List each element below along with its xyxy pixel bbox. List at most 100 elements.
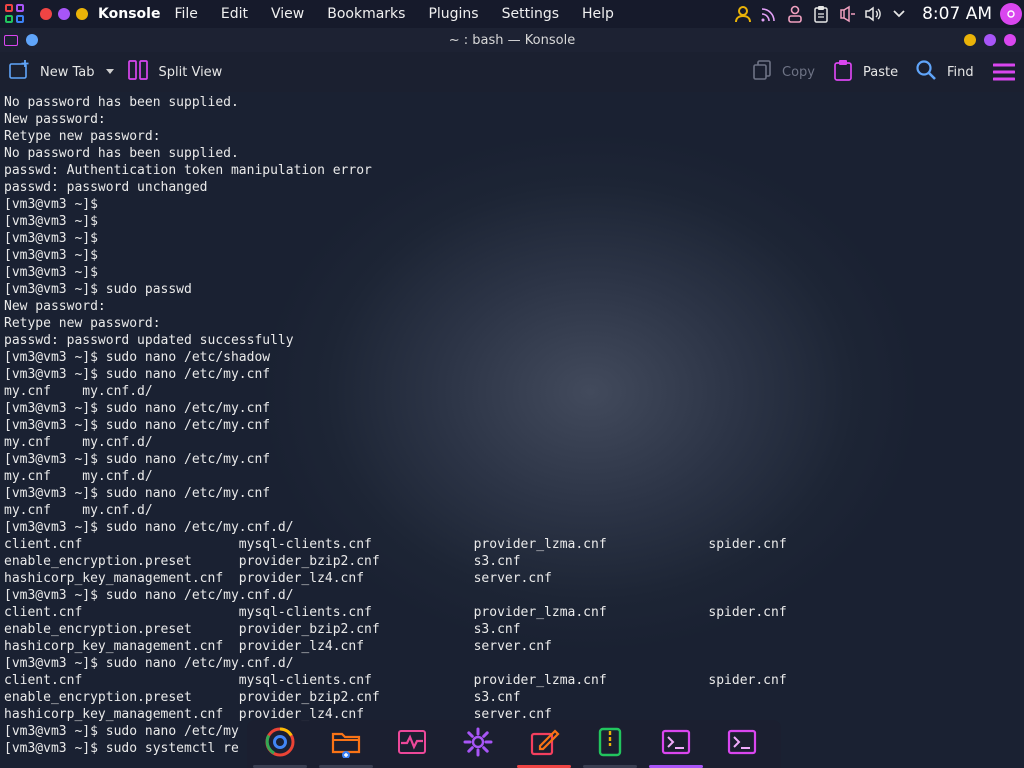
- copy-button[interactable]: Copy: [752, 59, 815, 85]
- minimize-button[interactable]: [964, 34, 976, 46]
- terminal-line: [vm3@vm3 ~]$ sudo nano /etc/my.cnf: [4, 452, 271, 467]
- mic-muted-icon[interactable]: [838, 5, 856, 23]
- top-panel: Konsole File Edit View Bookmarks Plugins…: [0, 0, 1024, 28]
- paste-button[interactable]: Paste: [833, 59, 898, 85]
- paste-icon: [833, 59, 853, 85]
- dock-terminal-2[interactable]: [709, 720, 775, 768]
- terminal-line: [vm3@vm3 ~]$ sudo nano /etc/my.cnf.d/: [4, 656, 294, 671]
- terminal-line: [vm3@vm3 ~]$ sudo nano /etc/my.cnf.d/: [4, 588, 294, 603]
- terminal-line: hashicorp_key_management.cnf provider_lz…: [4, 571, 552, 586]
- folder-icon: [330, 726, 362, 762]
- settings-gear-icon: [462, 726, 494, 762]
- terminal-line: [vm3@vm3 ~]$: [4, 248, 98, 263]
- terminal-line: hashicorp_key_management.cnf provider_lz…: [4, 639, 552, 654]
- split-view-button[interactable]: Split View: [127, 59, 222, 85]
- menu-file[interactable]: File: [174, 6, 197, 22]
- close-dot-icon[interactable]: [40, 8, 52, 20]
- terminal-line: New password:: [4, 299, 106, 314]
- split-view-icon: [127, 59, 149, 85]
- menu-bookmarks[interactable]: Bookmarks: [327, 6, 405, 22]
- terminal-line: [vm3@vm3 ~]$ sudo nano /etc/my.cnf: [4, 486, 271, 501]
- active-app-name: Konsole: [98, 6, 161, 22]
- menu-plugins[interactable]: Plugins: [428, 6, 478, 22]
- menu-settings[interactable]: Settings: [502, 6, 559, 22]
- user-icon[interactable]: [734, 5, 752, 23]
- terminal-line: [vm3@vm3 ~]$ sudo nano /etc/my.cnf: [4, 401, 271, 416]
- terminal-line: Retype new password:: [4, 316, 161, 331]
- terminal-line: New password:: [4, 112, 106, 127]
- menu-view[interactable]: View: [271, 6, 304, 22]
- clipboard-icon[interactable]: [812, 5, 830, 23]
- find-label: Find: [947, 64, 974, 80]
- dock-terminal-1[interactable]: [643, 720, 709, 768]
- rss-icon[interactable]: [760, 5, 778, 23]
- dock-archive[interactable]: [577, 720, 643, 768]
- maximize-button[interactable]: [984, 34, 996, 46]
- minimize-dot-icon[interactable]: [76, 8, 88, 20]
- search-icon: [915, 59, 937, 85]
- terminal-line: [vm3@vm3 ~]$: [4, 231, 98, 246]
- terminal-line: No password has been supplied.: [4, 95, 239, 110]
- terminal-line: [vm3@vm3 ~]$ sudo nano /etc/my.cnf: [4, 367, 271, 382]
- terminal-icon: [726, 726, 758, 762]
- window-titlebar[interactable]: ~ : bash — Konsole: [0, 28, 1024, 52]
- close-button[interactable]: [1004, 34, 1016, 46]
- chrome-icon: [264, 726, 296, 762]
- terminal-line: [vm3@vm3 ~]$: [4, 214, 98, 229]
- terminal-line: passwd: password unchanged: [4, 180, 208, 195]
- archive-icon: [594, 726, 626, 762]
- system-monitor-icon: [396, 726, 428, 762]
- terminal-line: [vm3@vm3 ~]$: [4, 197, 98, 212]
- menu-edit[interactable]: Edit: [221, 6, 248, 22]
- dock-chrome[interactable]: [247, 720, 313, 768]
- dock-files[interactable]: [313, 720, 379, 768]
- maximize-dot-icon[interactable]: [58, 8, 70, 20]
- terminal-line: passwd: password updated successfully: [4, 333, 294, 348]
- terminal-view[interactable]: No password has been supplied. New passwo…: [0, 92, 1024, 768]
- terminal-line: [vm3@vm3 ~]$ sudo nano /etc/my.cnf: [4, 418, 271, 433]
- terminal-line: my.cnf my.cnf.d/: [4, 435, 153, 450]
- copy-label: Copy: [782, 64, 815, 80]
- find-button[interactable]: Find: [915, 59, 974, 85]
- new-tab-icon: [8, 59, 30, 85]
- terminal-line: enable_encryption.preset provider_bzip2.…: [4, 690, 521, 705]
- app-launcher-icon[interactable]: [4, 3, 26, 25]
- new-tab-button[interactable]: New Tab: [8, 59, 95, 85]
- terminal-line: [vm3@vm3 ~]$ sudo passwd: [4, 282, 192, 297]
- terminal-line: Retype new password:: [4, 129, 161, 144]
- text-editor-icon: [528, 726, 560, 762]
- terminal-line: my.cnf my.cnf.d/: [4, 469, 153, 484]
- paste-label: Paste: [863, 64, 899, 80]
- hamburger-menu-icon[interactable]: [992, 63, 1016, 85]
- dock-system-monitor[interactable]: [379, 720, 445, 768]
- terminal-line: my.cnf my.cnf.d/: [4, 384, 153, 399]
- clock[interactable]: 8:07 AM: [922, 4, 992, 24]
- terminal-line: passwd: Authentication token manipulatio…: [4, 163, 372, 178]
- person-icon[interactable]: [786, 5, 804, 23]
- menu-help[interactable]: Help: [582, 6, 614, 22]
- system-tray: 8:07 AM: [734, 0, 1024, 28]
- new-tab-dropdown-icon[interactable]: [105, 65, 115, 80]
- volume-icon[interactable]: [864, 5, 882, 23]
- dock-settings[interactable]: [445, 720, 511, 768]
- dock-text-editor[interactable]: [511, 720, 577, 768]
- dock: [247, 720, 781, 768]
- konsole-toolbar: New Tab Split View Copy Paste Find: [0, 52, 1024, 92]
- terminal-icon: [660, 726, 692, 762]
- terminal-line: client.cnf mysql-clients.cnf provider_lz…: [4, 537, 787, 552]
- terminal-line: client.cnf mysql-clients.cnf provider_lz…: [4, 673, 787, 688]
- global-menu: File Edit View Bookmarks Plugins Setting…: [174, 6, 637, 22]
- copy-icon: [752, 59, 772, 85]
- chevron-down-icon[interactable]: [890, 5, 908, 23]
- window-buttons: [964, 34, 1016, 46]
- terminal-line: enable_encryption.preset provider_bzip2.…: [4, 622, 521, 637]
- window-controls: [40, 8, 88, 20]
- terminal-line: [vm3@vm3 ~]$: [4, 265, 98, 280]
- terminal-line: client.cnf mysql-clients.cnf provider_lz…: [4, 605, 787, 620]
- terminal-output: No password has been supplied. New passwo…: [4, 94, 787, 757]
- terminal-line: [vm3@vm3 ~]$ sudo nano /etc/shadow: [4, 350, 271, 365]
- user-avatar[interactable]: [1000, 3, 1022, 25]
- terminal-line: enable_encryption.preset provider_bzip2.…: [4, 554, 521, 569]
- terminal-line: [vm3@vm3 ~]$ sudo nano /etc/my.cnf.d/: [4, 520, 294, 535]
- new-tab-label: New Tab: [40, 64, 95, 80]
